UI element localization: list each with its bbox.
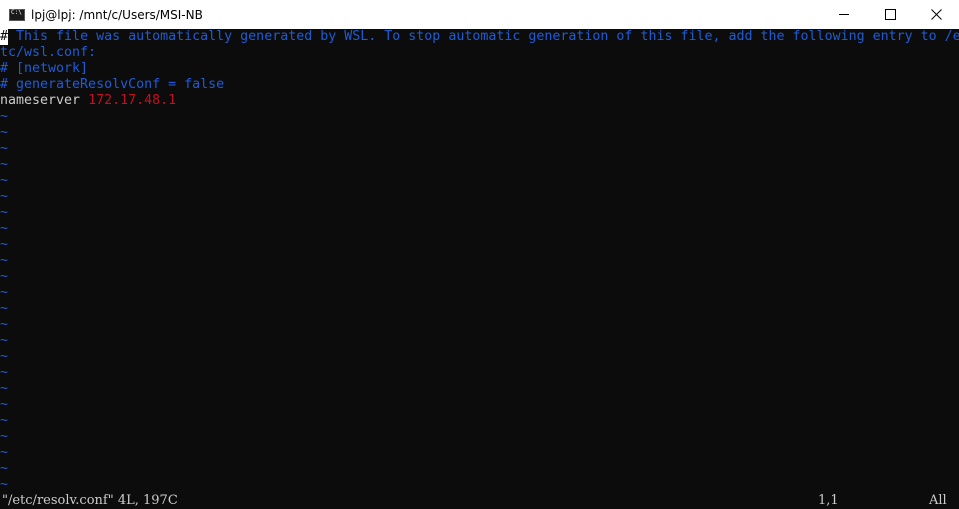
empty-line-tilde: ~ xyxy=(0,221,9,236)
empty-line-tilde: ~ xyxy=(0,477,9,492)
minimize-icon xyxy=(838,14,849,15)
close-icon xyxy=(930,9,942,20)
empty-line-tilde: ~ xyxy=(0,189,9,204)
empty-line-tilde: ~ xyxy=(0,269,9,284)
empty-line-tilde: ~ xyxy=(0,317,9,332)
scroll-indicator: All xyxy=(929,493,947,508)
nameserver-value: 172.17.48.1 xyxy=(88,93,177,108)
cursor-position: 1,1 xyxy=(818,493,839,508)
empty-line-tilde: ~ xyxy=(0,349,9,364)
empty-line-tilde: ~ xyxy=(0,109,9,124)
empty-line-tilde: ~ xyxy=(0,285,9,300)
empty-line-tilde: ~ xyxy=(0,237,9,252)
buffer-line-2: # [network] xyxy=(0,61,89,76)
empty-line-tilde: ~ xyxy=(0,173,9,188)
empty-line-tilde: ~ xyxy=(0,253,9,268)
empty-line-tilde: ~ xyxy=(0,397,9,412)
buffer-line-4: nameserver 172.17.48.1 xyxy=(0,93,959,109)
buffer-line-3: # generateResolvConf = false xyxy=(0,77,225,92)
maximize-button[interactable] xyxy=(867,0,913,29)
empty-line-tilde: ~ xyxy=(0,141,9,156)
vim-buffer[interactable]: # This file was automatically generated … xyxy=(0,29,959,509)
text-cursor: # xyxy=(0,29,9,45)
console-icon xyxy=(9,8,25,21)
empty-line-tilde: ~ xyxy=(0,429,9,444)
empty-line-tilde: ~ xyxy=(0,333,9,348)
vim-status-line: "/etc/resolv.conf" 4L, 197C 1,1 All xyxy=(0,493,959,509)
window-title: lpj@lpj: /mnt/c/Users/MSI-NB xyxy=(31,7,203,22)
terminal-window: lpj@lpj: /mnt/c/Users/MSI-NB # This fil xyxy=(0,0,959,509)
empty-line-tilde: ~ xyxy=(0,381,9,396)
empty-line-tilde: ~ xyxy=(0,365,9,380)
empty-line-tilde: ~ xyxy=(0,445,9,460)
empty-line-tilde: ~ xyxy=(0,461,9,476)
empty-line-tilde: ~ xyxy=(0,301,9,316)
empty-line-markers: ~ ~ ~ ~ ~ ~ ~ ~ ~ ~ ~ ~ ~ ~ ~ ~ ~ ~ ~ ~ ~ ~ ~ ~ xyxy=(0,109,959,493)
close-button[interactable] xyxy=(913,0,959,29)
buffer-line-1: # This file was automatically generated … xyxy=(0,29,959,45)
file-info: "/etc/resolv.conf" 4L, 197C xyxy=(2,493,178,508)
empty-line-tilde: ~ xyxy=(0,205,9,220)
window-controls xyxy=(821,0,959,29)
buffer-line-1-wrap: tc/wsl.conf: xyxy=(0,45,97,60)
minimize-button[interactable] xyxy=(821,0,867,29)
empty-line-tilde: ~ xyxy=(0,413,9,428)
title-bar[interactable]: lpj@lpj: /mnt/c/Users/MSI-NB xyxy=(0,0,959,29)
comment-text: This file was automatically generated by… xyxy=(8,29,959,44)
empty-line-tilde: ~ xyxy=(0,125,9,140)
nameserver-key: nameserver xyxy=(0,93,81,108)
maximize-icon xyxy=(884,9,896,20)
empty-line-tilde: ~ xyxy=(0,157,9,172)
